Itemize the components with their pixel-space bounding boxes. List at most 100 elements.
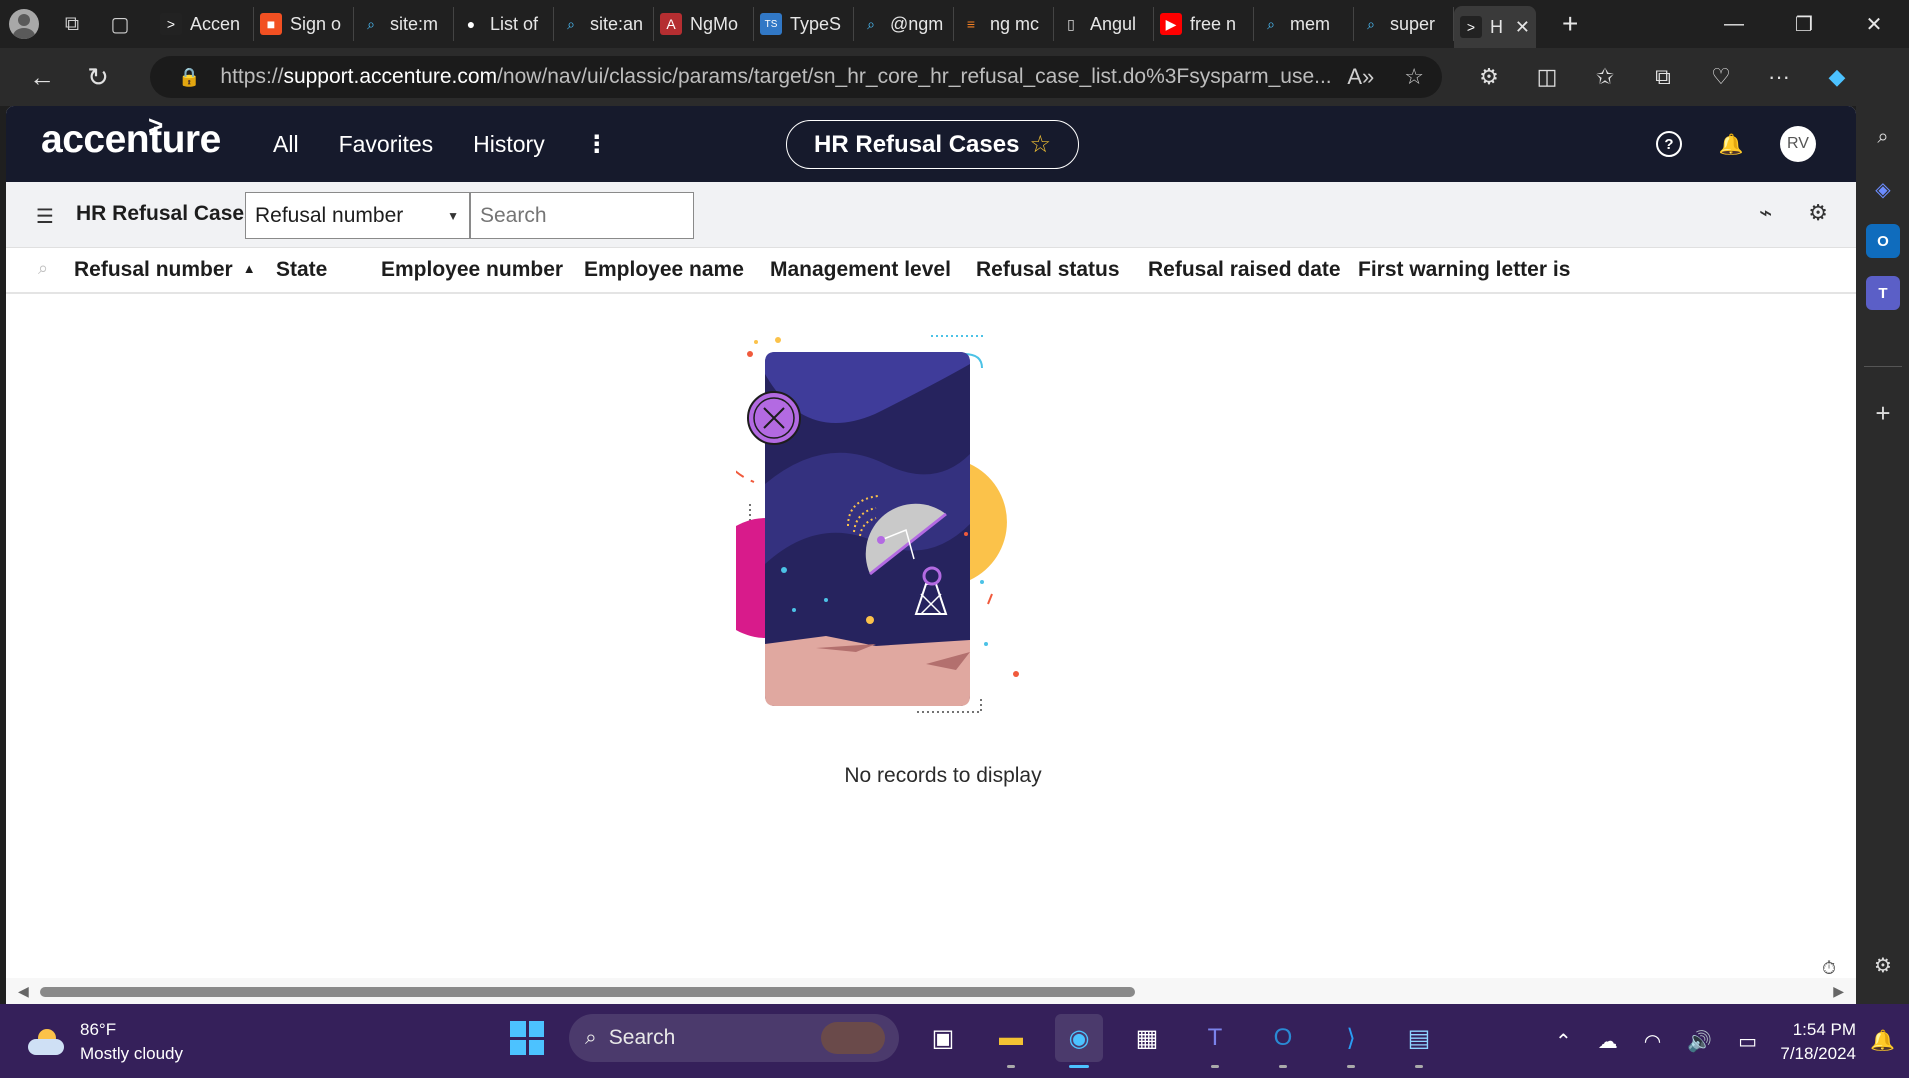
- browser-tab[interactable]: ⌕ site:an: [554, 7, 654, 41]
- refresh-button[interactable]: ↻: [70, 57, 126, 97]
- cloudy-weather-icon: [26, 1027, 66, 1057]
- notifications-bell-icon[interactable]: 🔔: [1718, 131, 1744, 157]
- accenture-icon: >: [160, 13, 182, 35]
- column-employee-name[interactable]: Employee name: [584, 258, 744, 282]
- favorites-icon[interactable]: ✩: [1576, 64, 1634, 90]
- browser-tab[interactable]: A NgMo: [654, 7, 754, 41]
- column-state[interactable]: State: [276, 258, 327, 282]
- file-explorer-icon[interactable]: ▬: [987, 1014, 1035, 1068]
- browser-tab[interactable]: > H ✕: [1454, 6, 1536, 48]
- wifi-icon[interactable]: ◠: [1644, 1029, 1661, 1054]
- column-first-warning-letter[interactable]: First warning letter is: [1358, 258, 1570, 282]
- user-avatar[interactable]: RV: [1780, 126, 1816, 162]
- list-menu-icon[interactable]: ☰: [36, 204, 54, 229]
- browser-tab[interactable]: ■ Sign o: [254, 7, 354, 41]
- collections-icon[interactable]: ⧉: [1634, 64, 1692, 90]
- browser-tab[interactable]: TS TypeS: [754, 7, 854, 41]
- list-settings-gear-icon[interactable]: ⚙: [1808, 200, 1828, 226]
- logo-caret-icon: >: [148, 110, 163, 140]
- stackoverflow-icon: ≡: [966, 16, 976, 32]
- close-window-button[interactable]: ✕: [1839, 0, 1909, 48]
- browser-tab-label: mem: [1290, 13, 1330, 34]
- help-icon[interactable]: ?: [1656, 131, 1682, 157]
- split-screen-icon[interactable]: ◫: [1518, 64, 1576, 90]
- search-field-select[interactable]: Refusal number ▼: [245, 192, 470, 239]
- sidebar-search-icon[interactable]: ⌕: [1866, 120, 1900, 154]
- search-icon: ⌕: [1267, 15, 1275, 32]
- more-menu-icon[interactable]: ⋮: [585, 130, 609, 159]
- column-refusal-number[interactable]: Refusal number ▲: [74, 258, 256, 282]
- column-refusal-status[interactable]: Refusal status: [976, 258, 1120, 282]
- angular-icon: A: [660, 13, 682, 35]
- browser-tab-label: H: [1490, 16, 1503, 37]
- browser-tab[interactable]: ▯ Angul: [1054, 7, 1154, 41]
- menu-all[interactable]: All: [273, 131, 299, 158]
- column-refusal-raised-date[interactable]: Refusal raised date: [1148, 258, 1341, 282]
- onedrive-icon[interactable]: ☁: [1598, 1029, 1618, 1054]
- vscode-icon[interactable]: ⟩: [1327, 1014, 1375, 1068]
- more-options-icon[interactable]: ···: [1750, 64, 1808, 90]
- sidebar-add-icon[interactable]: +: [1866, 396, 1900, 430]
- battery-icon[interactable]: ▭: [1738, 1029, 1757, 1054]
- clock-time: 1:54 PM: [1792, 1020, 1856, 1039]
- minimize-button[interactable]: —: [1699, 0, 1769, 48]
- column-search-icon[interactable]: ⌕: [38, 258, 48, 279]
- workspaces-icon[interactable]: ⧉: [48, 0, 96, 48]
- show-hidden-icons-icon[interactable]: ⌃: [1555, 1029, 1572, 1054]
- read-aloud-icon[interactable]: A»: [1347, 64, 1374, 90]
- list-search-input[interactable]: [470, 192, 694, 239]
- volume-icon[interactable]: 🔊: [1687, 1029, 1712, 1054]
- weather-temperature: 86°F: [80, 1020, 117, 1039]
- start-button[interactable]: [505, 1016, 549, 1060]
- taskbar-apps: ⌕ Search ▣ ▬ ◉ ▦ T O ⟩ ▤: [505, 1014, 1443, 1068]
- sidebar-copilot-icon[interactable]: ◈: [1866, 172, 1900, 206]
- new-tab-button[interactable]: +: [1562, 8, 1578, 40]
- browser-tab[interactable]: > Accen: [154, 7, 254, 41]
- sidebar-teams-icon[interactable]: T: [1866, 276, 1900, 310]
- sidebar-settings-icon[interactable]: ⚙: [1866, 948, 1900, 982]
- extensions-icon[interactable]: ⚙: [1460, 64, 1518, 90]
- taskbar-search[interactable]: ⌕ Search: [569, 1014, 899, 1062]
- context-title-pill[interactable]: HR Refusal Cases ☆: [786, 120, 1079, 169]
- profile-button[interactable]: [0, 0, 48, 48]
- scroll-right-icon[interactable]: ▶: [1833, 983, 1844, 1000]
- column-employee-number[interactable]: Employee number: [381, 258, 563, 282]
- browser-tab-label: Sign o: [290, 13, 342, 34]
- copilot-icon[interactable]: ◆: [1808, 64, 1866, 90]
- horizontal-scrollbar[interactable]: ◀ ▶: [6, 978, 1856, 1004]
- browser-tab[interactable]: ⌕ @ngm: [854, 7, 954, 41]
- sidebar-outlook-icon[interactable]: O: [1866, 224, 1900, 258]
- favorite-star-icon[interactable]: ☆: [1029, 130, 1051, 159]
- edge-browser-icon[interactable]: ◉: [1055, 1014, 1103, 1068]
- outlook-icon[interactable]: O: [1259, 1014, 1307, 1068]
- profile-icon: [9, 9, 39, 39]
- browser-tab[interactable]: ● List of: [454, 7, 554, 41]
- back-button[interactable]: ←: [14, 57, 70, 97]
- menu-favorites[interactable]: Favorites: [339, 131, 434, 158]
- close-tab-icon[interactable]: ✕: [1515, 17, 1530, 38]
- menu-history[interactable]: History: [473, 131, 545, 158]
- browser-tab[interactable]: ⌕ mem: [1254, 7, 1354, 41]
- browser-tab[interactable]: ▶ free n: [1154, 7, 1254, 41]
- task-view-icon[interactable]: ▣: [919, 1014, 967, 1062]
- column-management-level[interactable]: Management level: [770, 258, 951, 282]
- notification-bell-icon[interactable]: 🔔: [1870, 1028, 1895, 1053]
- browser-tab[interactable]: ⌕ site:m: [354, 7, 454, 41]
- taskbar-clock[interactable]: 1:54 PM 7/18/2024: [1770, 1018, 1856, 1066]
- scroll-left-icon[interactable]: ◀: [18, 983, 29, 1000]
- teams-icon[interactable]: T: [1191, 1014, 1239, 1068]
- browser-essentials-icon[interactable]: ♡: [1692, 64, 1750, 90]
- tab-actions-icon[interactable]: ▢: [96, 0, 144, 48]
- accenture-logo[interactable]: > accenture: [41, 110, 221, 162]
- scrollbar-thumb[interactable]: [40, 987, 1135, 997]
- address-bar[interactable]: 🔒 https://support.accenture.com/now/nav/…: [150, 56, 1442, 98]
- restore-button[interactable]: ❐: [1769, 0, 1839, 48]
- notepad-icon[interactable]: ▤: [1395, 1014, 1443, 1068]
- browser-tab[interactable]: ≡ ng mc: [954, 7, 1054, 41]
- weather-widget[interactable]: 86°F Mostly cloudy: [26, 1018, 183, 1066]
- microsoft-store-icon[interactable]: ▦: [1123, 1014, 1171, 1062]
- browser-tab[interactable]: ⌕ super: [1354, 7, 1454, 41]
- activity-pulse-icon[interactable]: ⌁: [1759, 200, 1772, 226]
- favorite-star-icon[interactable]: ☆: [1404, 64, 1424, 90]
- timer-icon: ⏱: [1821, 958, 1836, 978]
